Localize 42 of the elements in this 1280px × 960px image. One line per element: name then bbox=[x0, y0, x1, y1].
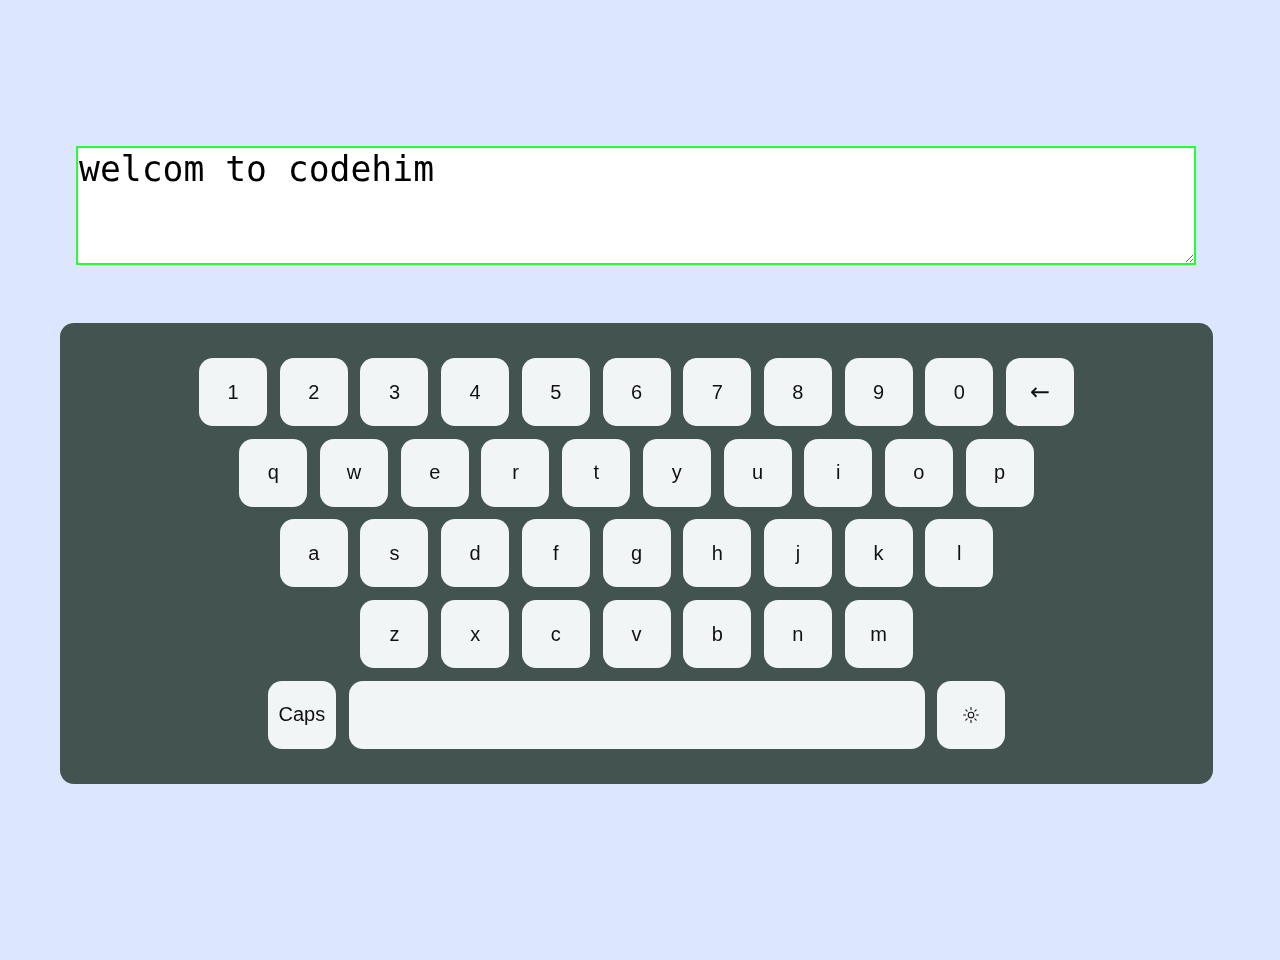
key[interactable]: 4 bbox=[441, 358, 510, 426]
key[interactable]: z bbox=[360, 600, 429, 669]
key[interactable]: n bbox=[763, 600, 832, 669]
caps-key[interactable]: Caps bbox=[267, 680, 336, 749]
key[interactable]: s bbox=[360, 519, 429, 588]
backspace-key[interactable]: ← bbox=[1005, 358, 1074, 426]
key[interactable]: 9 bbox=[844, 358, 913, 426]
key[interactable]: x bbox=[441, 600, 510, 669]
theme-toggle-button[interactable] bbox=[937, 680, 1006, 749]
key[interactable]: c bbox=[521, 600, 590, 669]
key[interactable]: l bbox=[925, 519, 994, 588]
text-area[interactable]: welcom to codehim bbox=[76, 146, 1196, 265]
key[interactable]: 2 bbox=[279, 358, 348, 426]
key[interactable]: d bbox=[441, 519, 510, 588]
key[interactable]: b bbox=[683, 600, 752, 669]
key[interactable]: 5 bbox=[521, 358, 590, 426]
key[interactable]: t bbox=[562, 438, 631, 507]
key[interactable]: o bbox=[884, 438, 953, 507]
sun-icon bbox=[963, 706, 980, 723]
key[interactable]: 7 bbox=[683, 358, 752, 426]
key[interactable]: 1 bbox=[199, 358, 268, 426]
key[interactable]: u bbox=[723, 438, 792, 507]
key[interactable]: r bbox=[481, 438, 550, 507]
key[interactable]: k bbox=[844, 519, 913, 588]
key[interactable]: j bbox=[763, 519, 832, 588]
key[interactable]: q bbox=[239, 438, 308, 507]
key[interactable]: m bbox=[844, 600, 913, 669]
key[interactable]: a bbox=[279, 519, 348, 588]
key[interactable]: 6 bbox=[602, 358, 671, 426]
key[interactable]: 0 bbox=[925, 358, 994, 426]
key[interactable]: h bbox=[683, 519, 752, 588]
key[interactable]: 8 bbox=[763, 358, 832, 426]
key[interactable]: y bbox=[642, 438, 711, 507]
key[interactable]: i bbox=[804, 438, 873, 507]
key[interactable]: 3 bbox=[360, 358, 429, 426]
space-key[interactable] bbox=[348, 680, 925, 749]
key[interactable]: v bbox=[602, 600, 671, 669]
key[interactable]: g bbox=[602, 519, 671, 588]
key[interactable]: f bbox=[521, 519, 590, 588]
key[interactable]: p bbox=[965, 438, 1034, 507]
key[interactable]: w bbox=[320, 438, 389, 507]
key[interactable]: e bbox=[400, 438, 469, 507]
